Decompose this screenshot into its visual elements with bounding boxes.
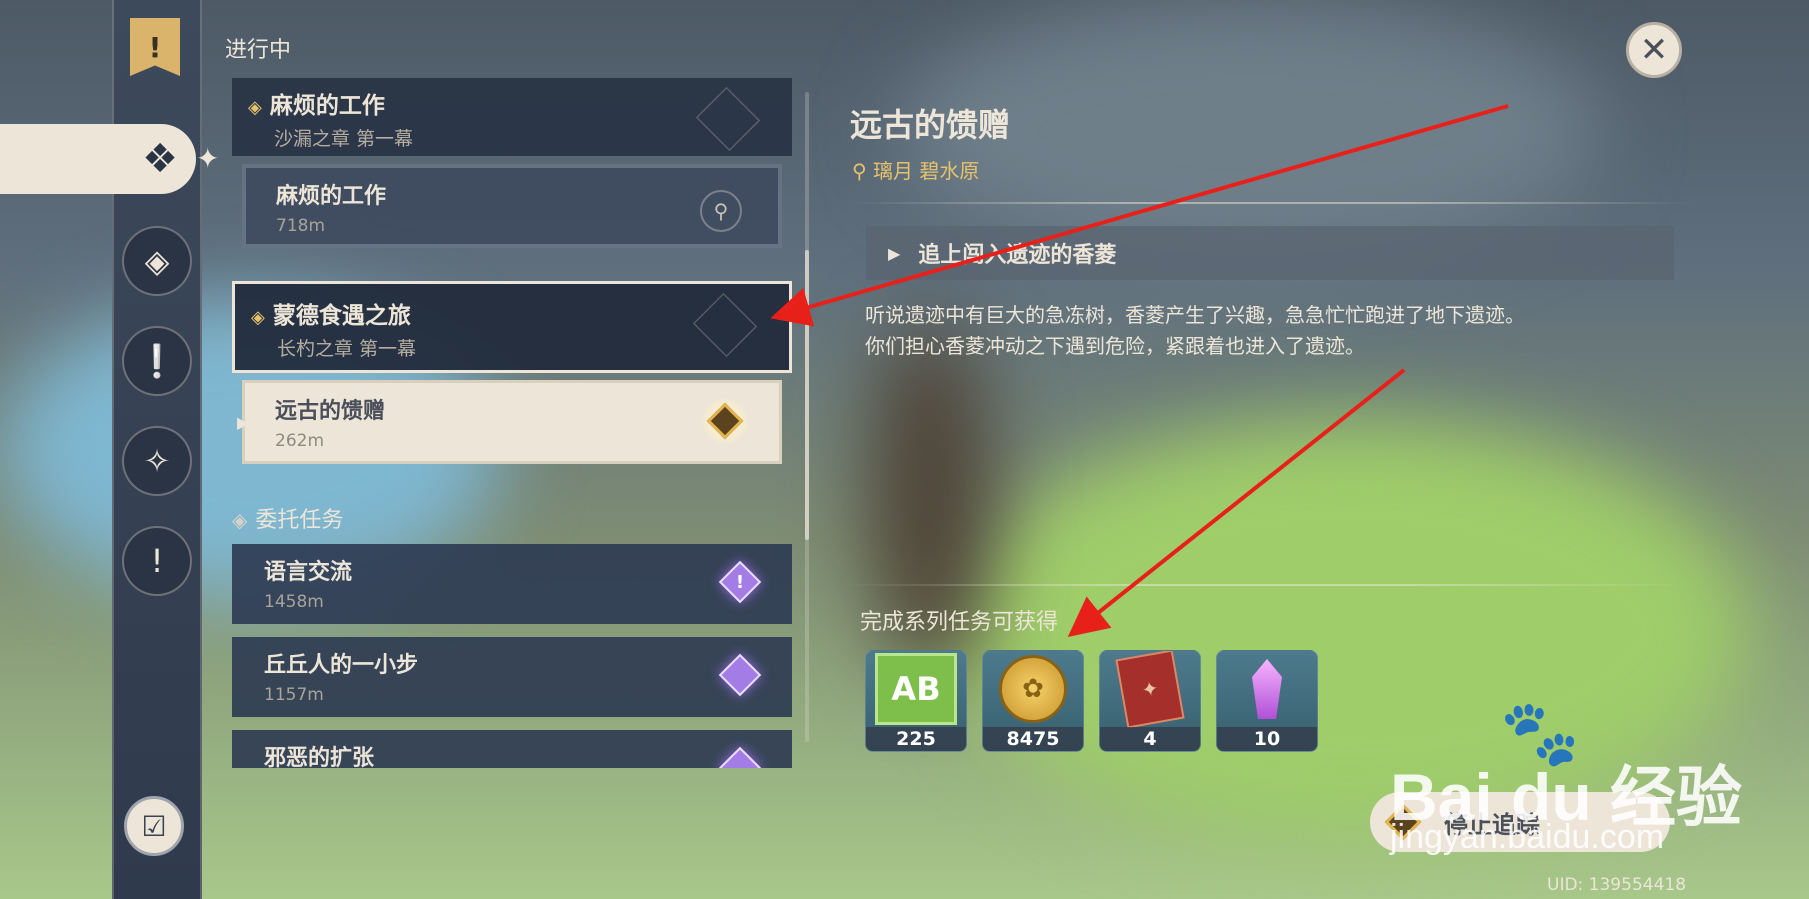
story-icon: ❕ [137, 342, 177, 380]
sub-quest-item[interactable]: 麻烦的工作 718m ⚲ [242, 164, 782, 248]
chapter-title: 蒙德食遇之旅 [272, 303, 411, 329]
divider [845, 202, 1695, 204]
commission-diamond-icon: ◈ [232, 508, 248, 532]
close-icon: ✕ [1639, 30, 1669, 70]
commission-name: 丘丘人的一小步 [264, 653, 419, 678]
nav-item-all-quests[interactable]: ❖ [0, 124, 196, 194]
chapter-title: 麻烦的工作 [269, 93, 385, 119]
commission-item[interactable]: 邪恶的扩张 [232, 730, 792, 768]
location-pin-icon[interactable]: ⚲ [700, 190, 742, 232]
reward-item[interactable]: 10 [1216, 650, 1318, 752]
close-button[interactable]: ✕ [1626, 22, 1682, 78]
commission-distance: 1458m [264, 592, 324, 612]
archon-icon: ◈ [144, 242, 170, 280]
commission-item[interactable]: 语言交流 1458m ! [232, 544, 792, 624]
commission-purple-icon [718, 653, 762, 697]
nav-item-archon[interactable]: ◈ [122, 226, 192, 296]
quest-description-line: 你们担心香菱冲动之下遇到危险，紧跟着也进入了遗迹。 [865, 334, 1365, 358]
reward-item[interactable]: ✦ 4 [1099, 650, 1201, 752]
quest-diamond-icon: ◈ [251, 307, 265, 328]
commission-name: 邪恶的扩张 [264, 746, 375, 768]
quick-action-button[interactable]: ☑ [124, 796, 184, 856]
quest-detail-title: 远古的馈赠 [850, 106, 1011, 144]
quest-step-text: 追上闯入遗迹的香菱 [918, 243, 1117, 268]
reward-count: 8475 [983, 727, 1083, 751]
quest-step-bar: ▶ 追上闯入遗迹的香菱 [866, 226, 1674, 280]
chevron-right-icon: ▶ [888, 243, 901, 263]
quest-description: 听说遗迹中有巨大的急冻树，香菱产生了兴趣，急急忙忙跑进了地下遗迹。 你们担心香菱… [865, 300, 1685, 362]
chapter-item-selected[interactable]: ◈ 蒙德食遇之旅 长杓之章 第一幕 [232, 281, 792, 373]
chapter-item[interactable]: ◈ 麻烦的工作 沙漏之章 第一幕 [232, 78, 792, 156]
commission-header-label: 委托任务 [255, 508, 344, 533]
adventure-exp-icon: AB [875, 653, 957, 725]
nav-item-story[interactable]: ❕ [122, 326, 192, 396]
quest-list[interactable]: ◈ 麻烦的工作 沙漏之章 第一幕 麻烦的工作 718m ⚲ ◈ 蒙德食遇之旅 长杓之… [232, 78, 797, 768]
hero-wit-book-icon: ✦ [1115, 651, 1185, 729]
quest-description-line: 听说遗迹中有巨大的急冻树，香菱产生了兴趣，急急忙忙跑进了地下遗迹。 [865, 303, 1525, 327]
commission-distance: 1157m [264, 685, 324, 705]
commission-item[interactable]: 丘丘人的一小步 1157m [232, 637, 792, 717]
reward-item[interactable]: AB 225 [865, 650, 967, 752]
commission-name: 语言交流 [264, 560, 353, 585]
mora-coin-icon: ✿ [999, 655, 1067, 723]
quest-all-icon: ❖ [142, 136, 178, 182]
uid-label: UID: 139554418 [1547, 875, 1687, 895]
reward-count: 4 [1100, 727, 1200, 751]
quest-location-label: 璃月 碧水原 [873, 159, 980, 183]
reward-list: AB 225 ✿ 8475 ✦ 4 10 [865, 650, 1318, 752]
location-pin-icon: ⚲ [852, 159, 874, 183]
checklist-icon: ☑ [141, 809, 167, 843]
reward-header: 完成系列任务可获得 [860, 610, 1059, 635]
crystal-icon [1252, 659, 1282, 719]
commission-purple-icon: ! [718, 560, 762, 604]
reward-count: 10 [1217, 727, 1317, 751]
section-heading: 进行中 [225, 38, 292, 63]
reward-item[interactable]: ✿ 8475 [982, 650, 1084, 752]
quest-list-scroll-thumb[interactable] [805, 250, 809, 540]
tracking-diamond-icon[interactable] [701, 397, 749, 445]
stop-tracking-button[interactable]: 停止追踪 [1370, 792, 1670, 852]
stop-tracking-label: 停止追踪 [1444, 810, 1540, 839]
world-icon: ✧ [143, 442, 171, 480]
background-grass [950, 420, 1750, 840]
nav-item-world[interactable]: ✧ [122, 426, 192, 496]
divider [845, 584, 1695, 586]
commission-header: ◈ 委托任务 [232, 502, 343, 534]
game-screen: ! ❖ ✦ ◈ ❕ ✧ ! ☑ 进行中 ◈ 麻烦的工作 沙漏之章 第一幕 麻烦的工… [0, 0, 1809, 899]
quest-diamond-icon: ◈ [248, 97, 262, 118]
commission-purple-icon [718, 746, 762, 768]
selection-arrow-icon: ▶ [237, 413, 250, 432]
nav-item-commission[interactable]: ! [122, 526, 192, 596]
sparkle-icon: ✦ [196, 142, 220, 175]
tracking-diamond-icon [1384, 803, 1422, 841]
reward-count: 225 [866, 727, 966, 751]
sub-quest-item-selected[interactable]: ▶ 远古的馈赠 262m [237, 380, 782, 464]
quest-location: ⚲ 璃月 碧水原 [852, 155, 979, 184]
commission-icon: ! [150, 542, 164, 580]
